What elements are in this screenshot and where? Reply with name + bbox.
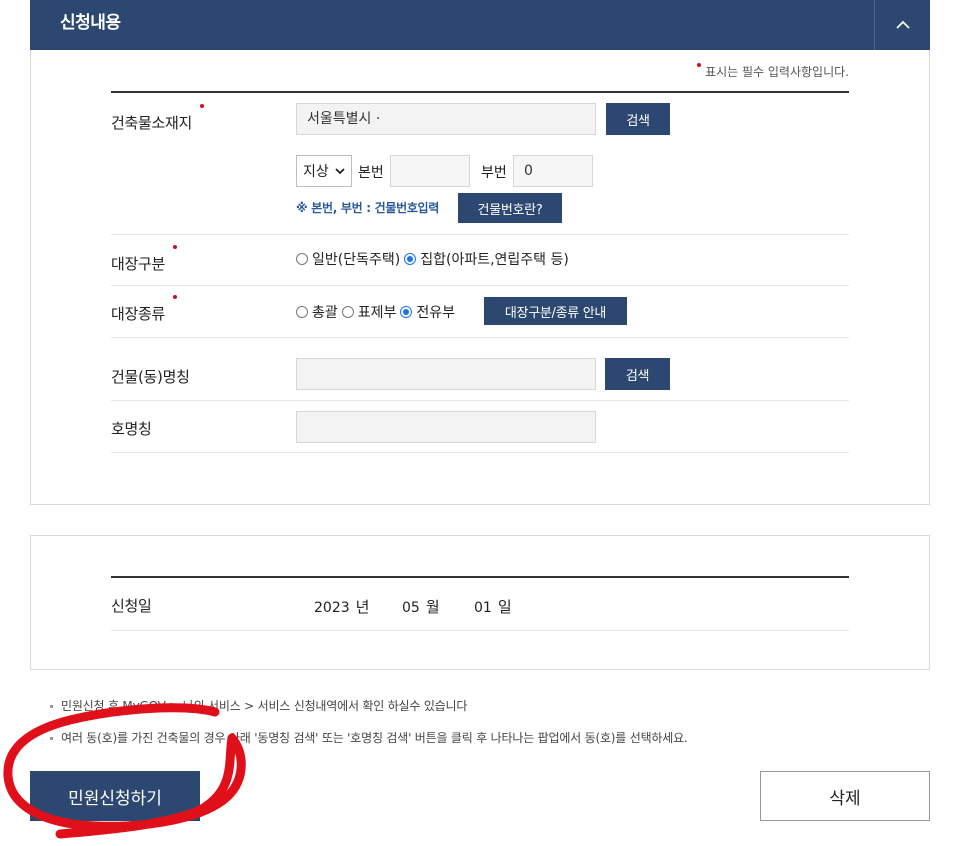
building-name-label: 건물(동)명칭 — [111, 368, 190, 386]
row-divider — [111, 400, 849, 401]
address-search-button[interactable]: 검색 — [606, 103, 670, 135]
required-marker-icon — [200, 104, 205, 108]
application-form: 표시는 필수 입력사항입니다. 건축물소재지 서울특별시 · 검색 지상 본번 … — [30, 50, 930, 505]
required-marker-icon — [697, 63, 702, 67]
panel-header: 신청내용 — [30, 0, 930, 50]
ledger-type-option-title[interactable]: 표제부 — [341, 302, 396, 322]
land-type-select[interactable]: 지상 — [296, 155, 352, 187]
required-marker-icon — [173, 295, 178, 299]
chevron-up-icon — [895, 20, 910, 29]
application-year: 2023 년 — [314, 598, 370, 616]
sub-number-label: 부번 — [481, 165, 507, 181]
panel-title: 신청내용 — [60, 13, 121, 33]
required-marker-icon — [173, 245, 178, 249]
apply-button[interactable]: 민원신청하기 — [30, 771, 200, 821]
bullet-icon — [50, 737, 53, 740]
row-divider — [111, 452, 849, 453]
main-number-input[interactable] — [390, 155, 470, 187]
date-top-rule — [111, 576, 849, 578]
row-divider — [111, 630, 849, 631]
radio-button[interactable] — [341, 306, 354, 318]
sub-number-input[interactable]: 0 — [513, 155, 593, 187]
bullet-icon — [50, 705, 53, 708]
address-label: 건축물소재지 — [111, 104, 205, 133]
ledger-category-label: 대장구분 — [111, 245, 178, 274]
unit-name-input[interactable] — [296, 411, 596, 443]
application-date-label: 신청일 — [111, 597, 152, 615]
ledger-guide-button[interactable]: 대장구분/종류 안내 — [484, 297, 627, 325]
row-divider — [111, 234, 849, 235]
notice-item: 민원신청 후 MyGOV > 나의 서비스 > 서비스 신청내역에서 확인 하실… — [50, 697, 467, 714]
radio-button[interactable] — [296, 306, 308, 318]
chevron-down-icon — [335, 168, 345, 175]
ledger-category-option-collective[interactable]: 집합(아파트,연립주택 등) — [404, 249, 569, 269]
main-number-label: 본번 — [358, 165, 384, 181]
ledger-type-option-unit[interactable]: 전유부 — [400, 302, 455, 322]
ledger-category-option-general[interactable]: 일반(단독주택) — [296, 249, 400, 269]
radio-button-selected[interactable] — [400, 306, 413, 318]
application-date-panel: 신청일 2023 년 05 월 01 일 — [30, 535, 930, 670]
collapse-button[interactable] — [874, 0, 930, 50]
ledger-category-radio-group: 일반(단독주택) 집합(아파트,연립주택 등) — [296, 249, 573, 269]
radio-button-selected[interactable] — [404, 253, 417, 265]
delete-button[interactable]: 삭제 — [760, 771, 930, 821]
required-note: 표시는 필수 입력사항입니다. — [697, 63, 849, 80]
unit-name-label: 호명칭 — [111, 420, 152, 438]
notice-item: 여러 동(호)를 가진 건축물의 경우 아래 '동명칭 검색' 또는 '호명칭 … — [50, 729, 688, 746]
ledger-type-label: 대장종류 — [111, 295, 178, 324]
address-input[interactable]: 서울특별시 · — [296, 103, 596, 135]
radio-button[interactable] — [296, 253, 308, 265]
application-day: 01 일 — [474, 598, 512, 616]
building-number-hint: ※ 본번, 부번 : 건물번호입력 — [296, 201, 440, 215]
row-divider — [111, 285, 849, 286]
ledger-type-radio-group: 총괄 표제부 전유부 — [296, 302, 459, 322]
building-name-search-button[interactable]: 검색 — [605, 358, 670, 390]
application-month: 05 월 — [402, 598, 440, 616]
form-top-rule — [111, 91, 849, 93]
ledger-type-option-summary[interactable]: 총괄 — [296, 302, 338, 322]
building-number-help-button[interactable]: 건물번호란? — [458, 193, 562, 223]
row-divider — [111, 337, 849, 338]
building-name-input[interactable] — [296, 358, 596, 390]
